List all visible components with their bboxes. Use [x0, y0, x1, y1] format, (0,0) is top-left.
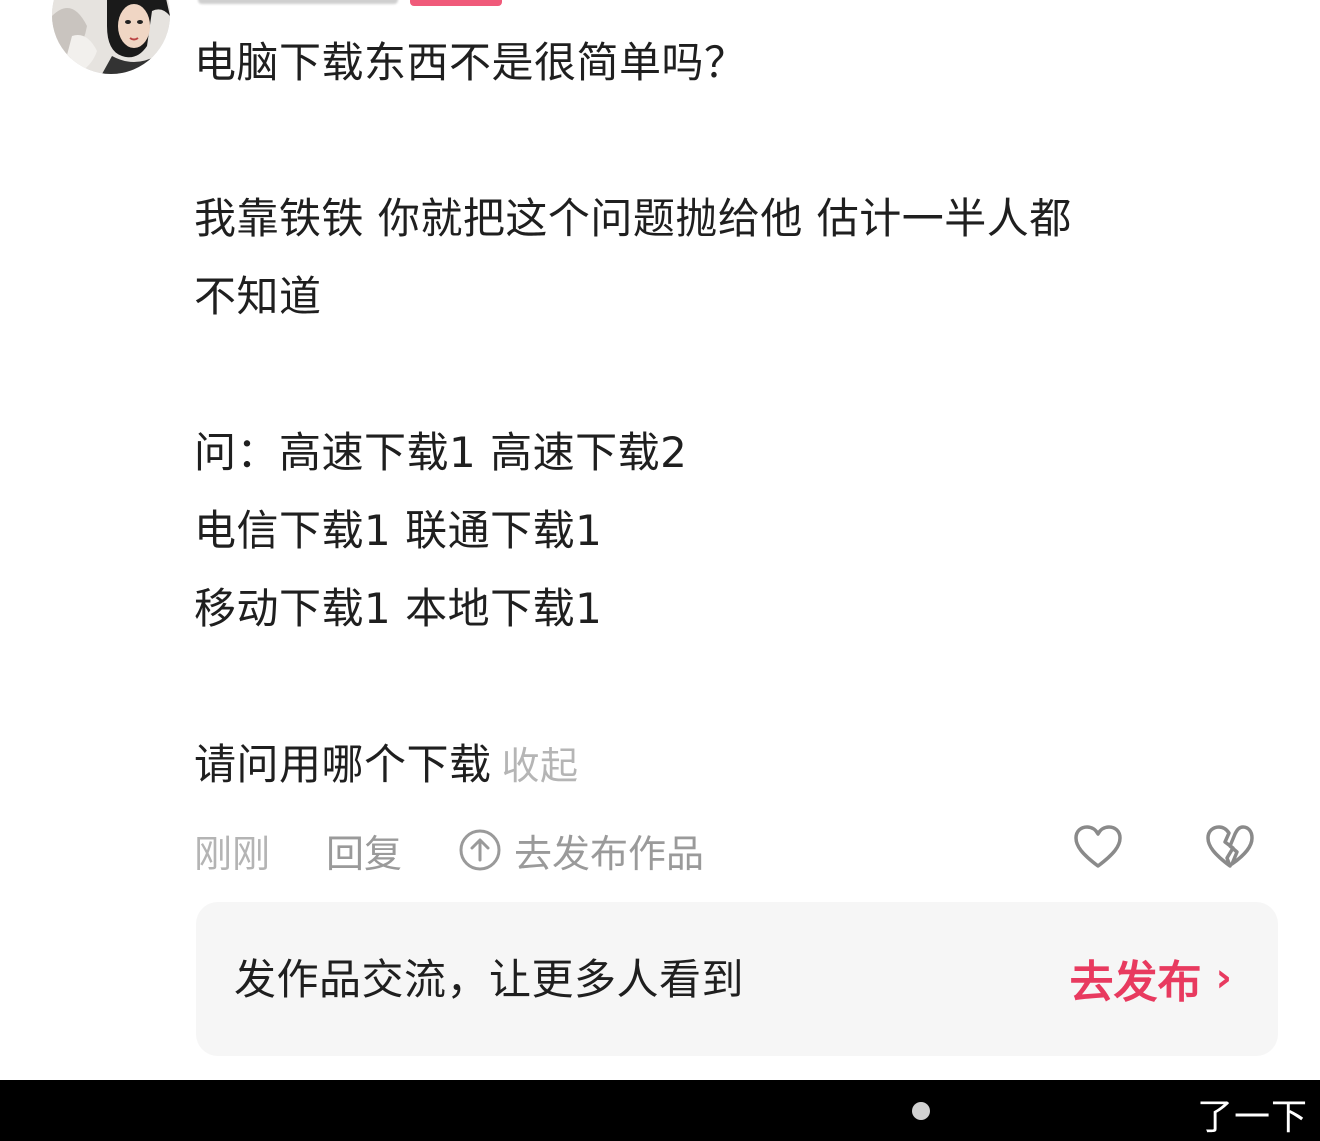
author-badge — [410, 0, 502, 6]
dislike-broken-heart-icon[interactable] — [1204, 822, 1256, 874]
comment-line-last: 请问用哪个下载 收起 — [194, 726, 1254, 805]
publish-work-label: 去发布作品 — [514, 831, 705, 876]
username-blurred[interactable] — [198, 0, 398, 4]
comment-item: 电脑下载东西不是很简单吗？ 我靠铁铁 你就把这个问题抛给他 估计一半人都 不知道… — [0, 0, 1320, 1080]
chevron-right-icon: › — [1215, 955, 1232, 1001]
avatar-illustration — [52, 0, 170, 74]
bottom-caption-bar: 了一下 — [0, 1080, 1320, 1141]
comment-line: 我靠铁铁 你就把这个问题抛给他 估计一半人都 — [194, 194, 1072, 243]
caption-text: 了一下 — [1196, 1097, 1308, 1138]
comment-line: 电信下载1 联通下载1 — [194, 506, 603, 555]
comment-text: 电脑下载东西不是很简单吗？ 我靠铁铁 你就把这个问题抛给他 估计一半人都 不知道… — [194, 24, 1254, 805]
publish-promo-card: 发作品交流，让更多人看到 去发布 › — [196, 902, 1278, 1056]
promo-text: 发作品交流，让更多人看到 — [234, 955, 745, 1004]
go-publish-button[interactable]: 去发布 › — [1070, 946, 1232, 1010]
comment-meta: 刚刚 回复 去发布作品 — [194, 820, 704, 880]
reply-button[interactable]: 回复 — [326, 823, 402, 878]
dot-icon — [912, 1102, 930, 1120]
comment-line: 不知道 — [194, 272, 322, 321]
comment-line: 问：高速下载1 高速下载2 — [194, 428, 688, 477]
collapse-link[interactable]: 收起 — [502, 744, 579, 788]
avatar[interactable] — [52, 0, 170, 74]
publish-work-button[interactable]: 去发布作品 — [458, 823, 704, 878]
go-publish-label: 去发布 — [1069, 957, 1202, 1008]
comment-line: 请问用哪个下载 — [194, 740, 492, 789]
comment-line: 移动下载1 本地下载1 — [194, 584, 603, 633]
comment-line: 电脑下载东西不是很简单吗？ — [194, 38, 747, 87]
timestamp: 刚刚 — [194, 831, 271, 876]
like-heart-icon[interactable] — [1072, 822, 1124, 874]
upload-circle-icon — [459, 829, 501, 871]
